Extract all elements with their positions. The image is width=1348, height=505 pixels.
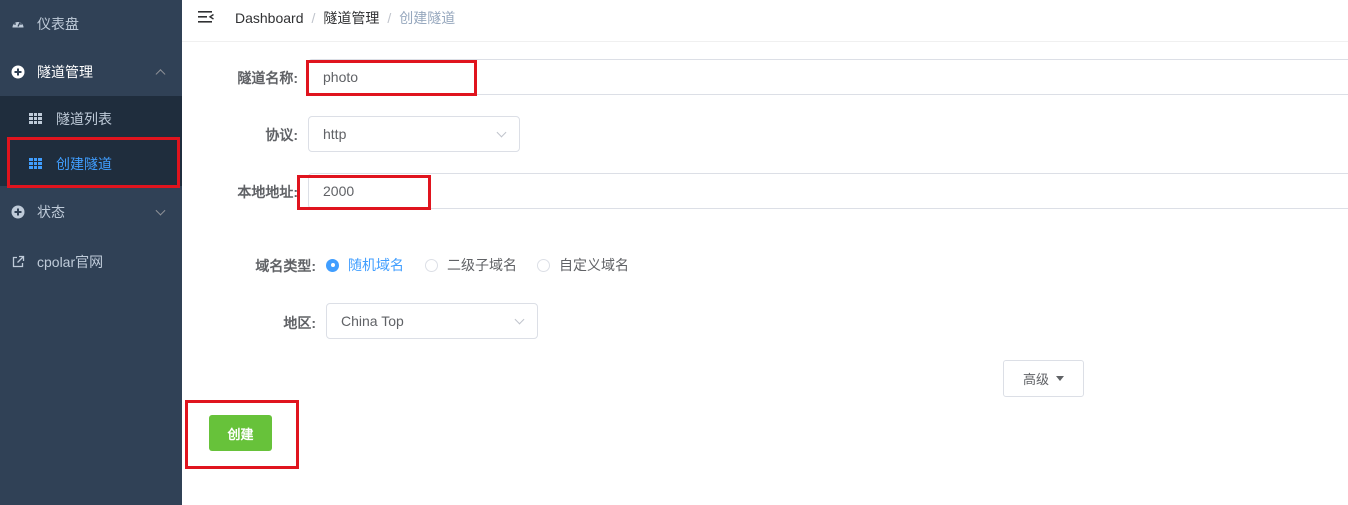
- chevron-down-icon: [496, 127, 507, 138]
- radio-dot: [425, 258, 438, 272]
- radio-label: 随机域名: [348, 257, 404, 273]
- breadcrumb-tunnel-management[interactable]: 隧道管理: [323, 8, 379, 28]
- table-icon: [29, 157, 42, 170]
- dashboard-icon: [11, 17, 25, 31]
- sidebar-item-label: 创建隧道: [56, 155, 112, 172]
- breadcrumb-separator: /: [311, 10, 316, 26]
- sidebar-item-dashboard[interactable]: 仪表盘: [0, 0, 182, 48]
- table-icon: [29, 112, 42, 125]
- chevron-up-icon: [155, 69, 166, 80]
- protocol-label: 协议:: [265, 127, 298, 143]
- sidebar-item-create-tunnel[interactable]: 创建隧道: [0, 141, 182, 186]
- region-select[interactable]: China Top: [326, 303, 538, 339]
- advanced-button[interactable]: 高级: [1003, 360, 1084, 397]
- hamburger-icon[interactable]: [198, 11, 214, 25]
- breadcrumb: Dashboard / 隧道管理 / 创建隧道: [235, 0, 455, 36]
- sidebar-item-label: 状态: [37, 204, 65, 220]
- sidebar-item-label: 隧道管理: [37, 64, 93, 80]
- radio-custom-domain[interactable]: 自定义域名: [537, 257, 629, 273]
- sidebar-item-status[interactable]: 状态: [0, 188, 182, 236]
- caret-down-icon: [1056, 376, 1064, 381]
- create-button-label: 创建: [227, 426, 254, 442]
- radio-random-domain[interactable]: 随机域名: [326, 257, 404, 273]
- tunnel-name-input[interactable]: [308, 59, 1348, 95]
- protocol-select-value: http: [323, 126, 347, 142]
- sidebar-item-tunnel-list[interactable]: 隧道列表: [0, 96, 182, 141]
- plus-circle-icon: [11, 65, 25, 79]
- protocol-select[interactable]: http: [308, 116, 520, 152]
- sidebar-item-label: 仪表盘: [37, 16, 79, 32]
- chevron-down-icon: [155, 205, 166, 216]
- tunnel-name-label: 隧道名称:: [237, 70, 298, 86]
- radio-dot: [326, 258, 339, 272]
- chevron-down-icon: [514, 314, 525, 325]
- sidebar-item-cpolar-website[interactable]: cpolar官网: [0, 238, 182, 286]
- plus-circle-icon: [11, 205, 25, 219]
- local-address-label: 本地地址:: [237, 184, 298, 200]
- breadcrumb-separator: /: [387, 10, 392, 26]
- navbar: Dashboard / 隧道管理 / 创建隧道: [182, 0, 1348, 42]
- submenu-tunnels: 隧道列表 创建隧道: [0, 96, 182, 186]
- region-select-value: China Top: [341, 313, 404, 329]
- radio-label: 自定义域名: [559, 257, 629, 273]
- sidebar-item-tunnel-management[interactable]: 隧道管理: [0, 48, 182, 96]
- sidebar-item-label: 隧道列表: [56, 110, 112, 127]
- sidebar: 仪表盘 隧道管理 隧道列表 创建隧道 状态 cpolar官网: [0, 0, 182, 505]
- radio-dot: [537, 258, 550, 272]
- radio-label: 二级子域名: [447, 257, 517, 273]
- radio-subdomain[interactable]: 二级子域名: [425, 257, 517, 273]
- advanced-button-label: 高级: [1022, 372, 1049, 387]
- external-link-icon: [11, 255, 25, 269]
- create-button[interactable]: 创建: [209, 415, 272, 451]
- sidebar-item-label: cpolar官网: [37, 254, 104, 270]
- local-address-input[interactable]: [308, 173, 1348, 209]
- region-label: 地区:: [283, 315, 316, 331]
- breadcrumb-current: 创建隧道: [399, 10, 456, 26]
- domain-type-label: 域名类型:: [255, 258, 316, 274]
- breadcrumb-dashboard[interactable]: Dashboard: [235, 10, 304, 26]
